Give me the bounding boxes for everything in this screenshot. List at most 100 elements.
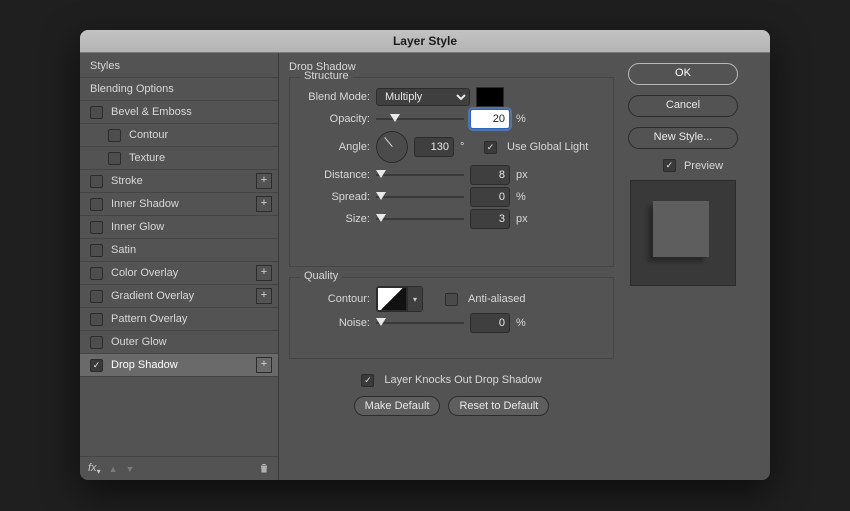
effect-checkbox[interactable] bbox=[90, 106, 103, 119]
effect-checkbox[interactable] bbox=[90, 313, 103, 326]
add-effect-button[interactable]: + bbox=[256, 173, 272, 189]
reset-default-button[interactable]: Reset to Default bbox=[448, 396, 549, 416]
make-default-button[interactable]: Make Default bbox=[354, 396, 441, 416]
effect-label: Inner Glow bbox=[111, 221, 164, 233]
noise-unit: % bbox=[516, 317, 534, 329]
sidebar-footer: fx▾ bbox=[80, 456, 278, 480]
effect-satin[interactable]: Satin bbox=[80, 239, 278, 262]
ok-button[interactable]: OK bbox=[628, 63, 738, 85]
spread-label: Spread: bbox=[300, 191, 370, 203]
structure-legend: Structure bbox=[300, 70, 353, 82]
angle-dial[interactable] bbox=[376, 131, 408, 163]
add-effect-button[interactable]: + bbox=[256, 288, 272, 304]
preview-swatch bbox=[653, 201, 709, 257]
contour-label: Contour: bbox=[300, 293, 370, 305]
effect-bevel-emboss[interactable]: Bevel & Emboss bbox=[80, 101, 278, 124]
shadow-color-swatch[interactable] bbox=[476, 87, 504, 107]
effect-checkbox[interactable] bbox=[90, 290, 103, 303]
effect-stroke[interactable]: Stroke + bbox=[80, 170, 278, 193]
spread-field[interactable]: 0 bbox=[470, 187, 510, 207]
antialias-checkbox[interactable] bbox=[445, 293, 458, 306]
dialog-buttons: OK Cancel New Style... Preview bbox=[624, 53, 770, 480]
effect-label: Inner Shadow bbox=[111, 198, 179, 210]
effect-checkbox[interactable] bbox=[90, 359, 103, 372]
spread-slider[interactable] bbox=[376, 189, 464, 205]
effect-label: Satin bbox=[111, 244, 136, 256]
effect-checkbox[interactable] bbox=[90, 221, 103, 234]
styles-sidebar: Styles Blending Options Bevel & Emboss C… bbox=[80, 53, 279, 480]
effect-inner-shadow[interactable]: Inner Shadow + bbox=[80, 193, 278, 216]
effect-checkbox[interactable] bbox=[90, 267, 103, 280]
effect-label: Texture bbox=[129, 152, 165, 164]
spread-unit: % bbox=[516, 191, 534, 203]
effect-label: Stroke bbox=[111, 175, 143, 187]
blending-options-label: Blending Options bbox=[90, 83, 174, 95]
effect-contour[interactable]: Contour bbox=[80, 124, 278, 147]
size-unit: px bbox=[516, 213, 534, 225]
effect-color-overlay[interactable]: Color Overlay + bbox=[80, 262, 278, 285]
effect-label: Drop Shadow bbox=[111, 359, 178, 371]
effect-outer-glow[interactable]: Outer Glow bbox=[80, 331, 278, 354]
noise-label: Noise: bbox=[300, 317, 370, 329]
layer-style-dialog: Layer Style Styles Blending Options Beve… bbox=[80, 30, 770, 480]
knockout-checkbox[interactable] bbox=[361, 374, 374, 387]
distance-label: Distance: bbox=[300, 169, 370, 181]
move-down-button[interactable] bbox=[126, 463, 135, 475]
antialias-label: Anti-aliased bbox=[468, 293, 525, 305]
size-slider[interactable] bbox=[376, 211, 464, 227]
effect-checkbox[interactable] bbox=[90, 198, 103, 211]
noise-field[interactable]: 0 bbox=[470, 313, 510, 333]
contour-picker[interactable]: ▾ bbox=[376, 286, 423, 312]
size-field[interactable]: 3 bbox=[470, 209, 510, 229]
opacity-unit: % bbox=[516, 113, 534, 125]
use-global-light-label: Use Global Light bbox=[507, 141, 588, 153]
distance-unit: px bbox=[516, 169, 534, 181]
effect-label: Outer Glow bbox=[111, 336, 167, 348]
effect-checkbox[interactable] bbox=[90, 244, 103, 257]
effect-drop-shadow[interactable]: Drop Shadow + bbox=[80, 354, 278, 377]
effect-gradient-overlay[interactable]: Gradient Overlay + bbox=[80, 285, 278, 308]
move-up-button[interactable] bbox=[109, 463, 118, 475]
styles-label: Styles bbox=[90, 60, 120, 72]
structure-group: Structure Blend Mode: Multiply Opacity: … bbox=[289, 77, 614, 267]
add-effect-button[interactable]: + bbox=[256, 357, 272, 373]
opacity-field[interactable]: 20 bbox=[470, 109, 510, 129]
new-style-button[interactable]: New Style... bbox=[628, 127, 738, 149]
quality-legend: Quality bbox=[300, 270, 342, 282]
distance-field[interactable]: 8 bbox=[470, 165, 510, 185]
use-global-light-checkbox[interactable] bbox=[484, 141, 497, 154]
effect-label: Color Overlay bbox=[111, 267, 178, 279]
quality-group: Quality Contour: ▾ Anti-aliased Noise: 0… bbox=[289, 277, 614, 359]
noise-slider[interactable] bbox=[376, 315, 464, 331]
trash-icon[interactable] bbox=[258, 462, 270, 477]
effect-label: Bevel & Emboss bbox=[111, 106, 192, 118]
window-title: Layer Style bbox=[80, 30, 770, 53]
blending-options-row[interactable]: Blending Options bbox=[80, 78, 278, 101]
distance-slider[interactable] bbox=[376, 167, 464, 183]
effect-label: Pattern Overlay bbox=[111, 313, 187, 325]
effect-pattern-overlay[interactable]: Pattern Overlay bbox=[80, 308, 278, 331]
blend-mode-select[interactable]: Multiply bbox=[376, 88, 470, 106]
effect-texture[interactable]: Texture bbox=[80, 147, 278, 170]
fx-menu-button[interactable]: fx▾ bbox=[88, 462, 101, 476]
add-effect-button[interactable]: + bbox=[256, 196, 272, 212]
chevron-down-icon[interactable]: ▾ bbox=[407, 287, 422, 311]
blend-mode-label: Blend Mode: bbox=[300, 91, 370, 103]
cancel-button[interactable]: Cancel bbox=[628, 95, 738, 117]
effect-checkbox[interactable] bbox=[108, 152, 121, 165]
size-label: Size: bbox=[300, 213, 370, 225]
angle-field[interactable]: 130 bbox=[414, 137, 454, 157]
add-effect-button[interactable]: + bbox=[256, 265, 272, 281]
opacity-label: Opacity: bbox=[300, 113, 370, 125]
effect-label: Gradient Overlay bbox=[111, 290, 194, 302]
effect-checkbox[interactable] bbox=[108, 129, 121, 142]
contour-swatch-icon bbox=[377, 287, 407, 311]
preview-thumbnail bbox=[630, 180, 736, 286]
degree-unit: ° bbox=[460, 141, 478, 153]
styles-header[interactable]: Styles bbox=[80, 55, 278, 78]
preview-checkbox[interactable] bbox=[663, 159, 676, 172]
effect-inner-glow[interactable]: Inner Glow bbox=[80, 216, 278, 239]
effect-checkbox[interactable] bbox=[90, 336, 103, 349]
effect-checkbox[interactable] bbox=[90, 175, 103, 188]
opacity-slider[interactable] bbox=[376, 111, 464, 127]
